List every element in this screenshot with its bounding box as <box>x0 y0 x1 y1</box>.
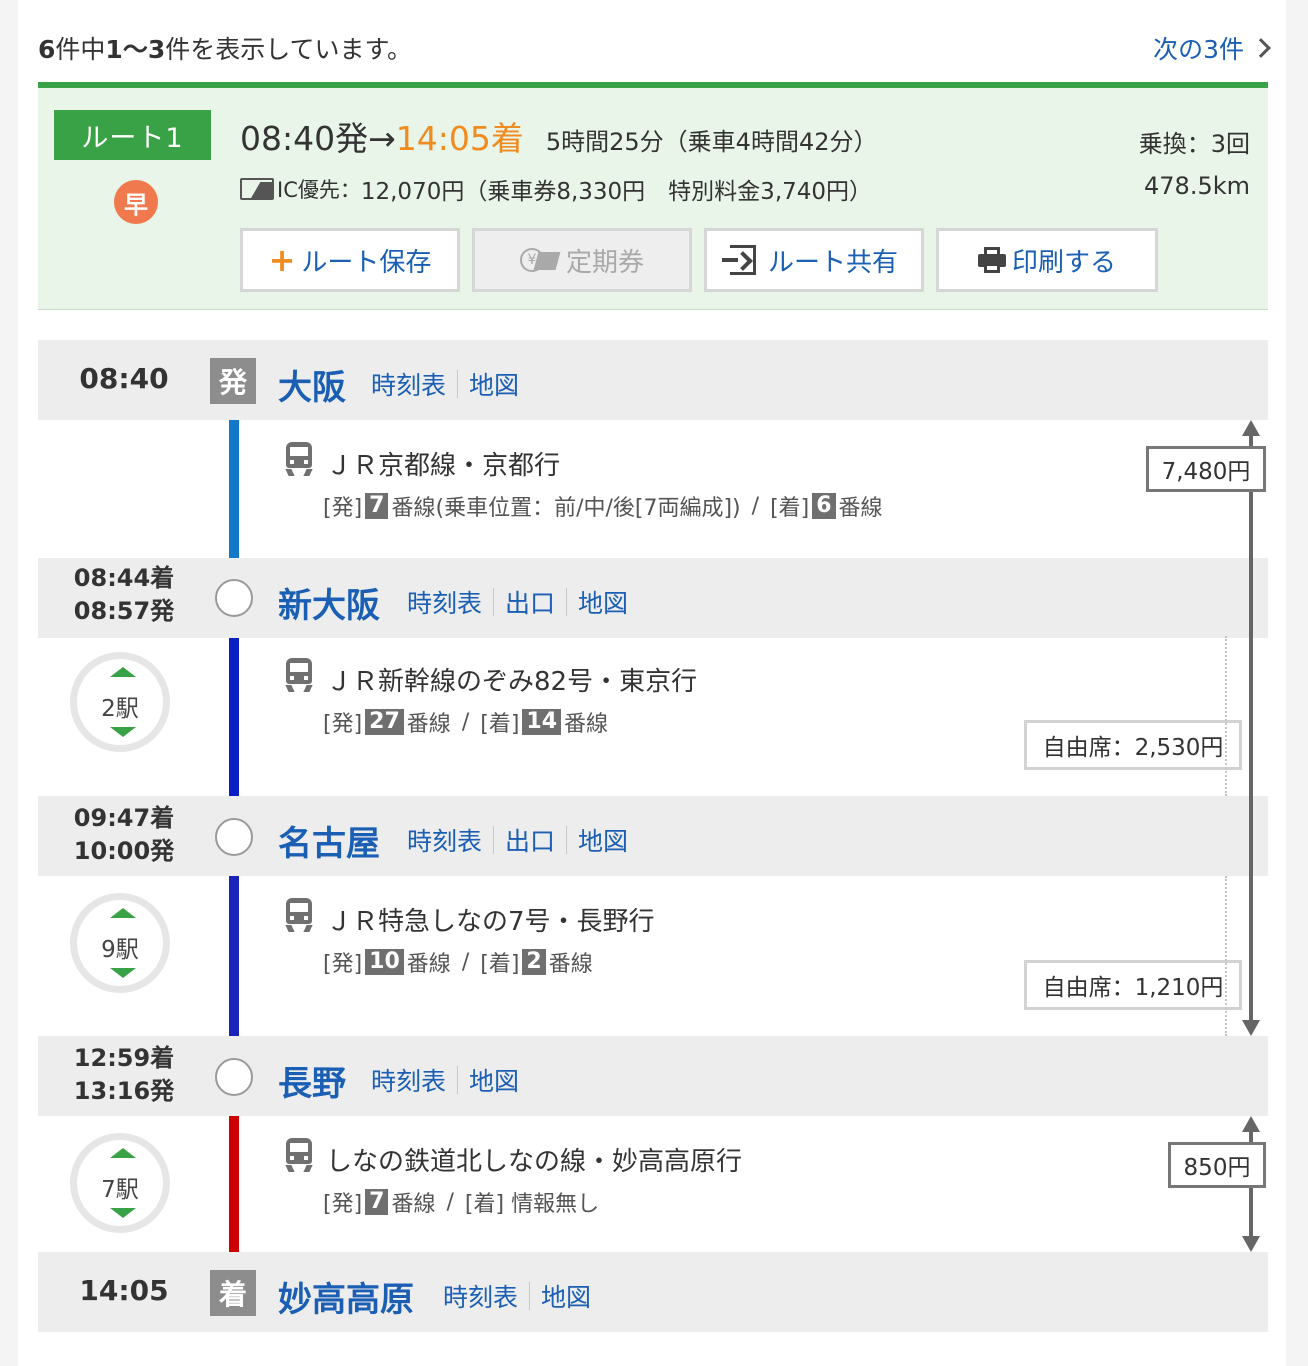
train-icon <box>284 1138 314 1172</box>
printer-icon <box>977 247 1006 273</box>
route-label: ルート1 <box>54 110 211 160</box>
station-node <box>215 1058 253 1096</box>
station-time: 08:40 <box>79 362 169 395</box>
station-links: 時刻表 地図 <box>371 366 519 402</box>
fare-divider <box>1225 876 1227 1036</box>
arrow-up-icon <box>1242 1116 1260 1132</box>
platform-info: [発] 10 番線 / [着] 2 番線 <box>323 949 593 977</box>
station-name-shin-osaka[interactable]: 新大阪 <box>278 578 380 627</box>
map-link[interactable]: 地図 <box>469 366 519 402</box>
plus-icon: + <box>268 241 296 279</box>
timetable-link[interactable]: 時刻表 <box>443 1278 518 1314</box>
timetable-link[interactable]: 時刻表 <box>407 584 482 620</box>
commuter-pass-button[interactable]: ¥ 定期券 <box>472 228 692 292</box>
train-name[interactable]: ＪＲ新幹線のぞみ82号・東京行 <box>326 661 697 698</box>
route-distance: 478.5km <box>1144 172 1250 200</box>
station-time: 12:59着 13:16発 <box>73 1044 175 1105</box>
share-icon <box>721 245 756 275</box>
station-time: 09:47着 10:00発 <box>73 804 175 865</box>
station-links: 時刻表 出口 地図 <box>407 822 628 858</box>
departure-badge: 発 <box>210 358 256 404</box>
expand-up-icon <box>110 1148 136 1158</box>
fare-divider <box>1225 636 1227 796</box>
map-link[interactable]: 地図 <box>469 1062 519 1098</box>
train-icon <box>284 898 314 932</box>
station-name-myoko-kogen[interactable]: 妙高高原 <box>278 1272 414 1321</box>
map-link[interactable]: 地図 <box>541 1278 591 1314</box>
arrow-down-icon <box>1242 1236 1260 1252</box>
timetable-link[interactable]: 時刻表 <box>371 1062 446 1098</box>
route-result-page: 6件中1〜3件を表示しています。 次の3件 ルート1 早 08:40発 → 14:0… <box>0 0 1308 1366</box>
yen-pass-icon: ¥ <box>519 246 561 274</box>
expand-down-icon <box>110 968 136 978</box>
arrow-up-icon <box>1242 420 1260 436</box>
train-name[interactable]: ＪＲ京都線・京都行 <box>326 445 560 482</box>
station-links: 時刻表 地図 <box>443 1278 591 1314</box>
station-links: 時刻表 地図 <box>371 1062 519 1098</box>
result-count: 6件中1〜3件を表示しています。 <box>38 35 412 64</box>
timetable-link[interactable]: 時刻表 <box>371 366 446 402</box>
route-times: 08:40発 → 14:05着 5時間25分（乗車4時間42分） <box>240 112 878 160</box>
station-time: 14:05 <box>79 1274 169 1307</box>
exit-link[interactable]: 出口 <box>505 822 555 858</box>
early-badge-icon: 早 <box>114 180 158 224</box>
timetable-link[interactable]: 時刻表 <box>407 822 482 858</box>
line-segment-jr-kyoto <box>229 402 239 578</box>
save-route-button[interactable]: + ルート保存 <box>240 228 460 292</box>
station-name-osaka[interactable]: 大阪 <box>278 360 346 409</box>
expand-down-icon <box>110 1208 136 1218</box>
arrow-down-icon <box>1242 1020 1260 1036</box>
station-name-nagano[interactable]: 長野 <box>278 1056 346 1105</box>
train-name[interactable]: しなの鉄道北しなの線・妙高高原行 <box>326 1141 742 1178</box>
route-duration: 5時間25分（乗車4時間42分） <box>545 128 878 156</box>
seat-fare-badge: 自由席：1,210円 <box>1024 960 1242 1010</box>
stop-count-toggle[interactable]: 7駅 <box>70 1133 170 1233</box>
transfer-count: 乗換：3回 <box>1138 130 1250 158</box>
expand-up-icon <box>110 667 136 677</box>
seat-fare-badge: 自由席：2,530円 <box>1024 720 1242 770</box>
arrival-badge: 着 <box>210 1270 256 1316</box>
station-row-osaka: 08:40 発 大阪 時刻表 地図 <box>38 340 1268 420</box>
station-name-nagoya[interactable]: 名古屋 <box>278 816 380 865</box>
train-icon <box>284 442 314 476</box>
fare-range-arrow-jr <box>1249 432 1253 1022</box>
station-time: 08:44着 08:57発 <box>73 564 175 625</box>
train-icon <box>284 658 314 692</box>
share-route-button[interactable]: ルート共有 <box>704 228 924 292</box>
platform-info: [発] 27 番線 / [着] 14 番線 <box>323 709 609 737</box>
train-name[interactable]: ＪＲ特急しなの7号・長野行 <box>326 901 655 938</box>
expand-down-icon <box>110 727 136 737</box>
expand-up-icon <box>110 908 136 918</box>
platform-info: [発] 7 番線(乗車位置：前/中/後[7両編成]) / [着] 6 番線 <box>323 493 883 521</box>
station-row-myoko-kogen: 14:05 着 妙高高原 時刻表 地図 <box>38 1252 1268 1332</box>
arrival-time: 14:05着 <box>395 119 524 158</box>
platform-info: [発] 7 番線 / [着] 情報無し <box>323 1189 600 1217</box>
fare-badge-jr: 7,480円 <box>1146 446 1266 492</box>
station-node <box>215 579 253 617</box>
print-button[interactable]: 印刷する <box>936 228 1158 292</box>
fare-badge-shinano: 850円 <box>1168 1142 1266 1188</box>
next-results-link[interactable]: 次の3件 <box>1153 30 1271 66</box>
station-node <box>215 818 253 856</box>
total-fare: IC優先： 12,070円（乗車券8,330円 特別料金3,740円） <box>240 172 872 206</box>
chevron-right-icon <box>1251 38 1271 58</box>
stop-count-toggle[interactable]: 9駅 <box>70 893 170 993</box>
station-links: 時刻表 出口 地図 <box>407 584 628 620</box>
ic-card-icon <box>240 178 274 200</box>
route-actions: + ルート保存 ¥ 定期券 ルート共有 印刷する <box>240 228 1158 292</box>
exit-link[interactable]: 出口 <box>505 584 555 620</box>
map-link[interactable]: 地図 <box>578 822 628 858</box>
left-margin <box>0 0 18 1366</box>
route-summary: ルート1 早 08:40発 → 14:05着 5時間25分（乗車4時間42分） IC… <box>38 82 1268 310</box>
right-margin <box>1286 0 1308 1366</box>
stop-count-toggle[interactable]: 2駅 <box>70 652 170 752</box>
map-link[interactable]: 地図 <box>578 584 628 620</box>
